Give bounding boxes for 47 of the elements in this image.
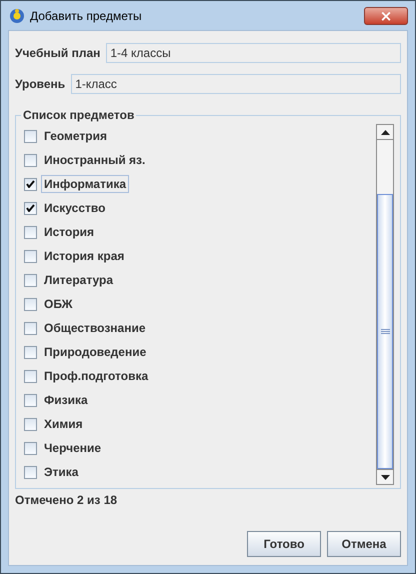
checkbox[interactable] <box>24 178 37 190</box>
checkbox-label[interactable]: История <box>41 223 98 241</box>
checkbox[interactable] <box>24 298 37 310</box>
checkbox-label[interactable]: Черчение <box>41 439 104 457</box>
globe-icon <box>9 8 25 24</box>
scroll-thumb[interactable] <box>377 194 393 469</box>
scrollbar[interactable] <box>376 124 394 485</box>
checkbox-label[interactable]: Информатика <box>41 175 130 193</box>
up-arrow-icon <box>380 130 390 134</box>
grip-icon <box>380 329 390 334</box>
checkbox-label[interactable]: Этика <box>41 463 82 481</box>
checkbox-label[interactable]: Обществознание <box>41 319 149 337</box>
checkbox-label[interactable]: Геометрия <box>41 127 110 145</box>
text-field[interactable]: 1-класс <box>71 74 401 94</box>
checkbox[interactable] <box>24 202 37 214</box>
checkbox[interactable] <box>24 154 37 166</box>
checkbox[interactable] <box>24 346 37 358</box>
checkbox[interactable] <box>24 418 37 430</box>
checkbox-label[interactable]: Искусство <box>41 199 108 217</box>
checkbox[interactable] <box>24 394 37 406</box>
checkbox-label[interactable]: Химия <box>41 415 86 433</box>
checkbox-label[interactable]: Природоведение <box>41 343 150 361</box>
checkbox-label[interactable]: История края <box>41 247 128 265</box>
field-label: Уровень <box>15 77 66 91</box>
checkbox-label[interactable]: Физика <box>41 391 91 409</box>
checkbox-label[interactable]: Иностранный яз. <box>41 151 148 169</box>
checkbox[interactable] <box>24 466 37 478</box>
down-arrow-icon <box>380 474 390 480</box>
text-field[interactable]: 1-4 классы <box>106 43 401 63</box>
group-title: Список предметов <box>21 108 136 122</box>
checkmark-icon <box>26 180 35 188</box>
checkbox[interactable] <box>24 274 37 286</box>
checkbox[interactable] <box>24 370 37 382</box>
dialog-button[interactable]: Отмена <box>327 531 401 557</box>
checkbox-label[interactable]: Литература <box>41 271 116 289</box>
checkbox[interactable] <box>24 226 37 238</box>
checkbox[interactable] <box>24 130 37 142</box>
checkmark-icon <box>26 204 35 212</box>
checkbox-label[interactable]: ОБЖ <box>41 295 76 313</box>
checkbox[interactable] <box>24 322 37 334</box>
checkbox[interactable] <box>24 442 37 454</box>
window-title: Добавить предметы <box>30 8 142 22</box>
checkbox-label[interactable]: Проф.подготовка <box>41 367 152 385</box>
field-label: Учебный план <box>15 46 100 60</box>
checkbox[interactable] <box>24 250 37 262</box>
status-text: Отмечено 2 из 18 <box>15 493 118 507</box>
dialog-button[interactable]: Готово <box>247 531 321 557</box>
